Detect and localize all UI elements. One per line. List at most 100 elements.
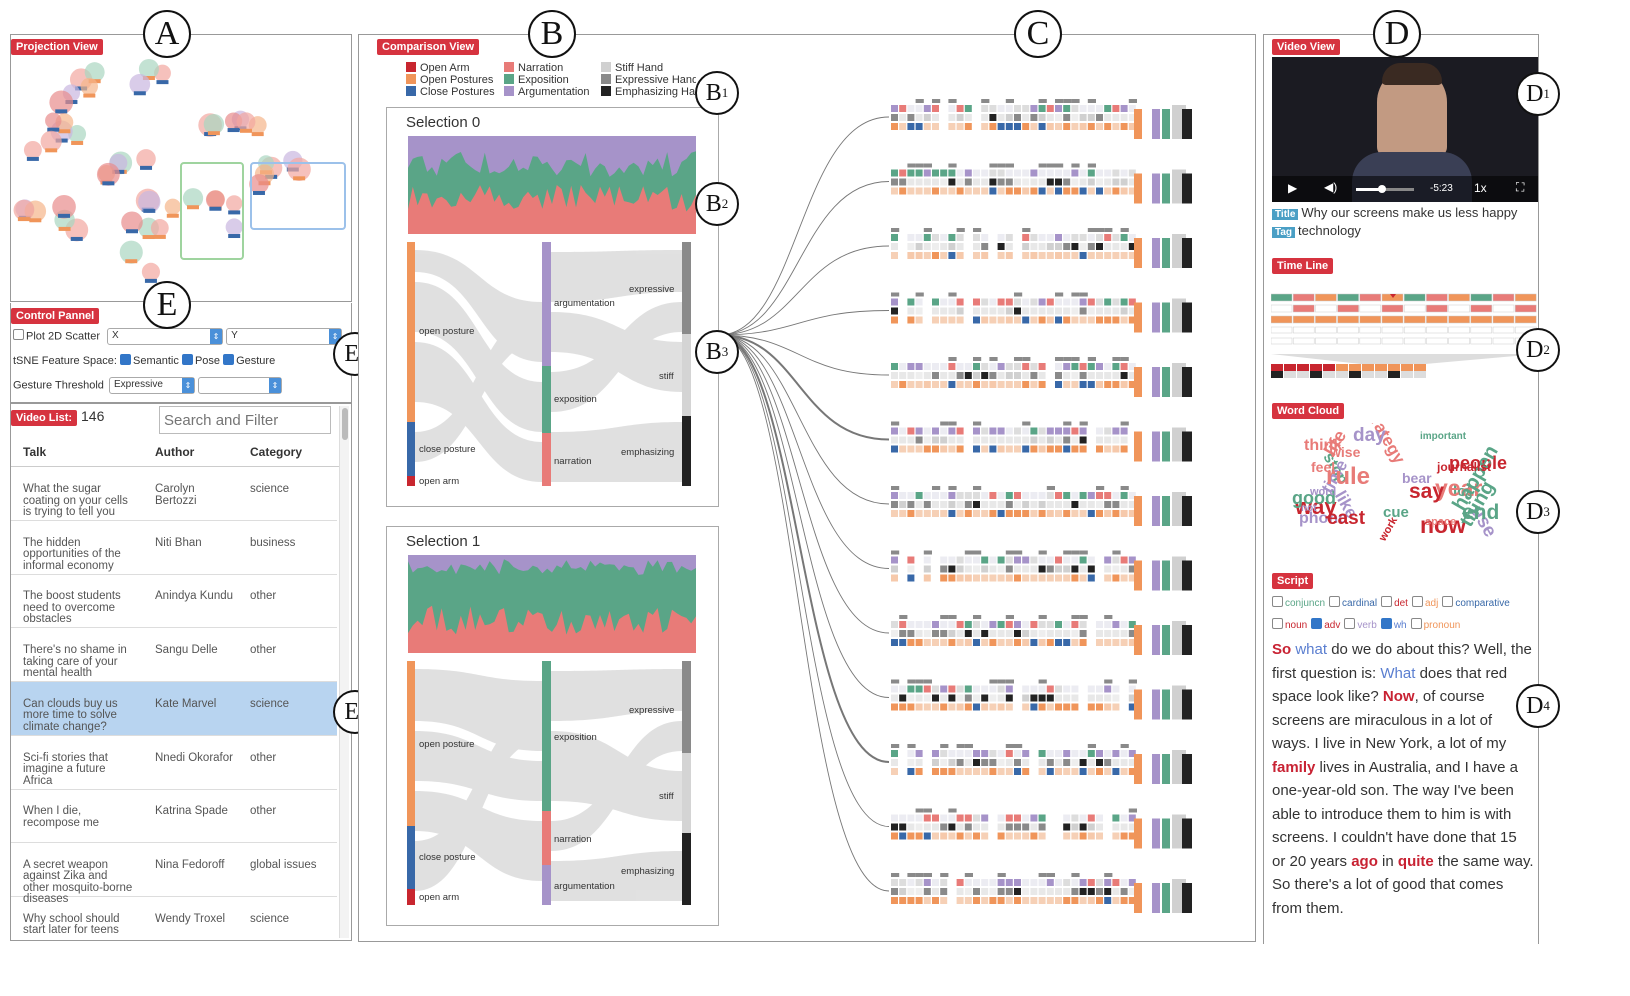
- word-now[interactable]: Now: [1383, 688, 1415, 705]
- video-player[interactable]: ▶ ◀) -5:23 1x ⛶: [1272, 57, 1538, 202]
- glyph-cell: [1014, 556, 1021, 564]
- table-row[interactable]: Sci-fi stories that imagine a future Afr…: [11, 736, 337, 790]
- projection-scatter[interactable]: [11, 35, 351, 301]
- glyph-cell: [981, 814, 989, 822]
- word-what-2[interactable]: What: [1380, 665, 1415, 682]
- word-cloud-word[interactable]: word: [1310, 487, 1336, 498]
- word-cloud-word[interactable]: journalist: [1437, 461, 1491, 473]
- y-select[interactable]: Y ⇕: [226, 328, 343, 345]
- selection-0-streamgraph[interactable]: [408, 136, 696, 234]
- glyph-cell: [1022, 427, 1030, 435]
- pose-checkbox[interactable]: [181, 354, 193, 365]
- selection-0-card[interactable]: Selection 0 open posture close posture o…: [386, 107, 719, 507]
- filter-checkbox[interactable]: [1272, 596, 1283, 607]
- filter-checkbox[interactable]: [1311, 618, 1323, 629]
- filter-checkbox[interactable]: [1380, 618, 1392, 629]
- table-row[interactable]: Can clouds buy us more time to solve cli…: [11, 681, 337, 736]
- glyph-cell: [1112, 316, 1120, 324]
- glyph-cell: [1030, 363, 1038, 370]
- filter-checkbox[interactable]: [1344, 618, 1356, 629]
- word-cloud-word[interactable]: wise: [1330, 445, 1360, 459]
- table-row[interactable]: When I die, recompose me Katrina Spade oth…: [11, 789, 337, 844]
- timeline-chart[interactable]: [1271, 290, 1539, 380]
- glyph-top: [1005, 163, 1014, 168]
- word-family[interactable]: family: [1272, 759, 1315, 776]
- glyph-top: [1071, 357, 1080, 361]
- scrollbar[interactable]: [339, 406, 349, 938]
- plot-checkbox[interactable]: [13, 329, 24, 341]
- selection-1-sankey[interactable]: open posture close posture open arm expo…: [399, 661, 719, 911]
- threshold-select[interactable]: Expressive ⇕: [108, 377, 195, 394]
- glyph-cell: [1014, 372, 1021, 379]
- selection-1-streamgraph[interactable]: [408, 555, 696, 653]
- glyph-cell: [1112, 445, 1120, 453]
- gesture-checkbox[interactable]: [223, 354, 235, 365]
- glyph-cell: [948, 298, 956, 306]
- glyph-cell: [899, 510, 907, 517]
- glyph-cell: [1055, 888, 1062, 895]
- word-cloud-word[interactable]: not: [1301, 504, 1317, 514]
- table-row[interactable]: What the sugar coating on your cells is …: [11, 467, 337, 521]
- glyph-cell: [964, 750, 972, 757]
- table-row[interactable]: Why school should start later for teens W…: [11, 897, 337, 942]
- glyph-cell: [1112, 768, 1120, 775]
- glyph-cell: [948, 510, 956, 517]
- search-input[interactable]: [159, 406, 331, 434]
- word-cloud[interactable]: lot strategy phone way stop year use now end thin…: [1276, 423, 1516, 557]
- filter-checkbox[interactable]: [1411, 596, 1423, 607]
- filter-checkbox[interactable]: [1329, 596, 1341, 607]
- timeline-segment: [1514, 293, 1537, 302]
- glyph-cell: [891, 252, 898, 259]
- filter-checkbox[interactable]: [1410, 618, 1422, 629]
- node-exposition: [542, 366, 551, 433]
- label-D1-sub: 1: [1543, 86, 1550, 101]
- selection-1-card[interactable]: Selection 1 open posture close posture o…: [386, 526, 719, 926]
- glyph-cell: [923, 252, 931, 259]
- table-row[interactable]: The boost students need to overcome obst…: [11, 574, 337, 629]
- threshold-row: Gesture Threshold Expressive ⇕ ⇕: [13, 377, 283, 394]
- word-quite[interactable]: quite: [1398, 853, 1434, 870]
- header-talk[interactable]: Talk: [23, 445, 46, 459]
- glyph-cell: [973, 298, 980, 306]
- glyph-cell: [1087, 169, 1095, 177]
- fullscreen-icon[interactable]: ⛶: [1516, 180, 1524, 195]
- word-cloud-word[interactable]: east: [1327, 509, 1365, 528]
- word-cloud-word[interactable]: space: [1425, 517, 1456, 528]
- threshold-select-2[interactable]: ⇕: [198, 377, 283, 394]
- word-ago[interactable]: ago: [1351, 853, 1378, 870]
- header-category[interactable]: Category: [250, 445, 302, 459]
- play-icon[interactable]: ▶: [1288, 181, 1297, 195]
- header-author[interactable]: Author: [155, 445, 194, 459]
- glyph-top: [1128, 679, 1137, 684]
- word-cloud-word[interactable]: important: [1420, 432, 1466, 442]
- word-cloud-word[interactable]: cue: [1383, 505, 1409, 520]
- filter-checkbox[interactable]: [1272, 618, 1283, 629]
- glyph-cell: [891, 694, 898, 702]
- seek-bar[interactable]: [1356, 185, 1414, 193]
- glyph-cell: [1055, 169, 1062, 177]
- volume-icon[interactable]: ◀): [1324, 180, 1337, 194]
- glyph-cell: [923, 105, 931, 112]
- video-tag-row: Tag technology: [1272, 223, 1517, 241]
- word-cloud-word[interactable]: bear: [1402, 471, 1432, 485]
- word-cloud-word[interactable]: day: [1353, 426, 1386, 445]
- timeline-segment: [1470, 315, 1493, 324]
- x-select[interactable]: X ⇕: [107, 328, 224, 345]
- glyph-cell: [989, 750, 997, 757]
- semantic-checkbox[interactable]: [120, 354, 132, 365]
- glyph-matrix[interactable]: [719, 55, 1249, 935]
- glyph-cell: [964, 630, 972, 637]
- glyph-cell: [1063, 897, 1071, 904]
- selection-0-sankey[interactable]: open posture close posture open arm argu…: [399, 242, 719, 492]
- table-row[interactable]: A secret weapon against Zika and other m…: [11, 843, 337, 905]
- filter-checkbox[interactable]: [1442, 596, 1454, 607]
- cell-author: Nina Fedoroff: [155, 858, 225, 871]
- speed-button[interactable]: 1x: [1474, 181, 1487, 195]
- filter-checkbox[interactable]: [1381, 596, 1393, 607]
- table-row[interactable]: There's no shame in taking care of your …: [11, 628, 337, 683]
- word-what[interactable]: what: [1295, 641, 1327, 658]
- glyph-cell: [899, 169, 907, 177]
- word-so[interactable]: So: [1272, 641, 1291, 658]
- glyph-cell: [1071, 298, 1079, 306]
- table-row[interactable]: The hidden opportunities of the informal…: [11, 521, 337, 575]
